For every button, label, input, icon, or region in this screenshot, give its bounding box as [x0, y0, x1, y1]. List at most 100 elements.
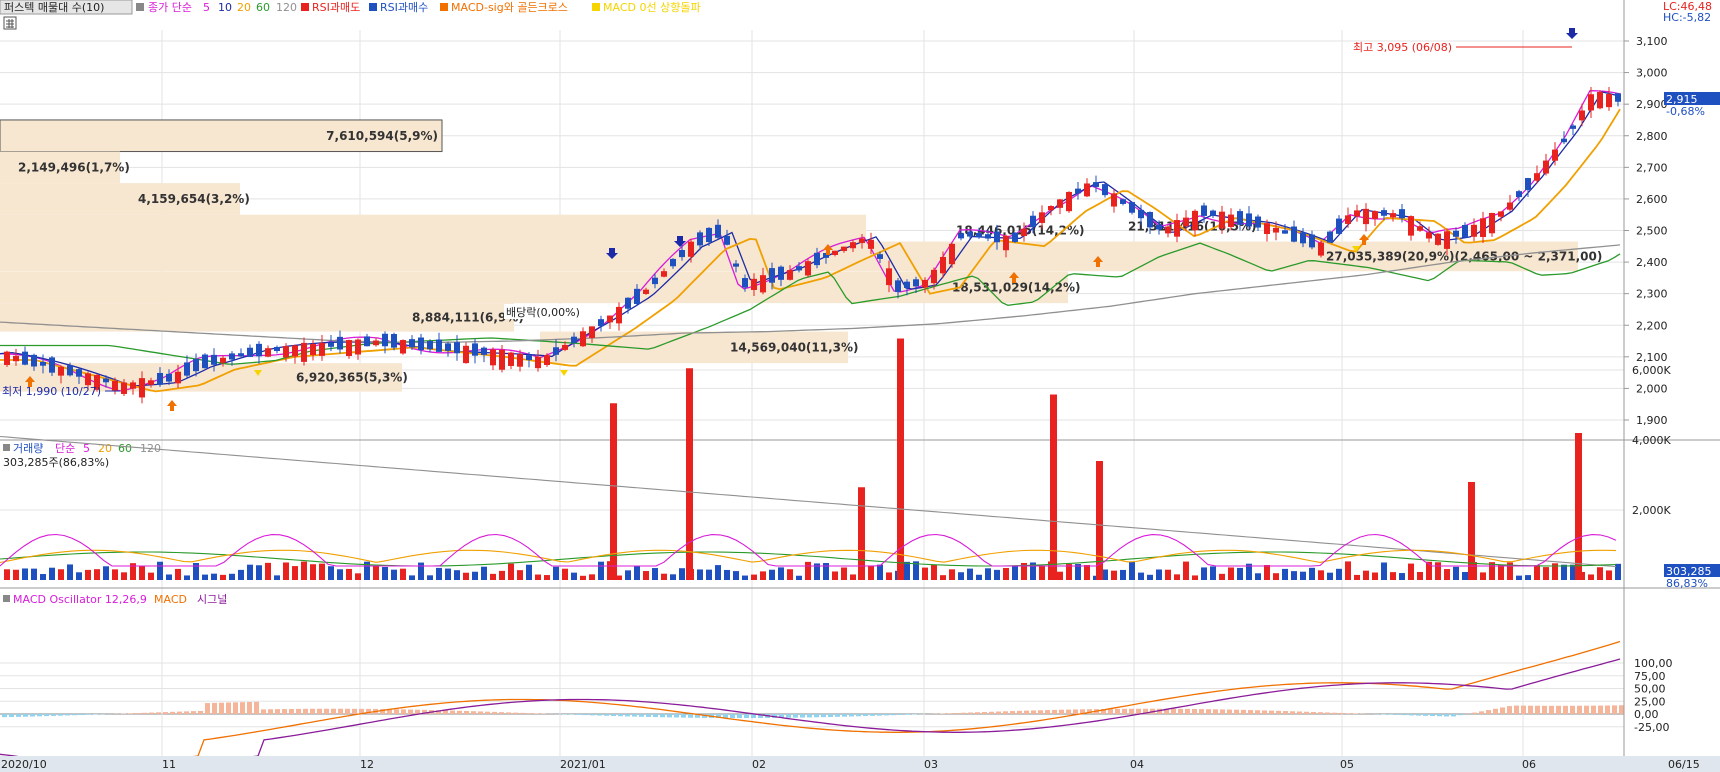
candle — [1417, 226, 1423, 231]
oscillator-bar — [303, 708, 308, 714]
candle — [1615, 93, 1621, 102]
candle — [1255, 216, 1261, 228]
candle — [1534, 173, 1540, 181]
oscillator-bar — [1486, 710, 1491, 714]
volume-bar — [490, 573, 496, 580]
oscillator-bar — [142, 712, 147, 714]
volume-bar — [1525, 575, 1531, 580]
volume-bar — [1291, 571, 1297, 580]
candle — [1345, 215, 1351, 224]
y-tick-label: 3,000 — [1636, 67, 1668, 80]
candle — [1426, 232, 1432, 239]
candle — [535, 356, 541, 369]
volume-bar — [715, 565, 721, 580]
candle — [1480, 218, 1486, 237]
candle — [1507, 202, 1513, 210]
oscillator-bar — [870, 714, 875, 716]
candle — [328, 342, 334, 347]
oscillator-bar — [212, 702, 217, 714]
legend-marker — [369, 3, 377, 11]
oscillator-bar — [1206, 709, 1211, 714]
candle — [787, 270, 793, 280]
y-tick-label: 2,200 — [1636, 319, 1668, 332]
volume-bar — [1606, 570, 1612, 580]
y-tick-label: 2,100 — [1636, 351, 1668, 364]
oscillator-bar — [296, 708, 301, 714]
volume-bar — [1210, 566, 1216, 580]
oscillator-bar — [135, 713, 140, 714]
candle — [661, 271, 667, 277]
candle — [184, 362, 190, 376]
oscillator-bar — [1248, 710, 1253, 714]
oscillator-bar — [1129, 708, 1134, 714]
candle — [859, 238, 865, 244]
oscillator-bar — [65, 714, 70, 716]
candle — [1003, 235, 1009, 251]
oscillator-bar — [1444, 714, 1449, 717]
candle — [112, 380, 118, 391]
oscillator-bar — [1290, 711, 1295, 714]
oscillator-bar — [1059, 709, 1064, 714]
oscillator-bar — [1318, 712, 1323, 714]
x-tick-label: 06 — [1522, 758, 1536, 771]
candle — [1228, 214, 1234, 227]
y-tick-label: 25,00 — [1634, 695, 1666, 708]
candle — [247, 347, 253, 357]
oscillator-bar — [1332, 712, 1337, 714]
volume-bar — [922, 567, 928, 580]
volume-bar — [1345, 561, 1351, 580]
macd-header: MACD Oscillator 12,26,9 MACD 시그널 — [3, 593, 227, 606]
oscillator-bar — [730, 714, 735, 719]
volume-bar — [76, 572, 82, 580]
profile-label: 7,610,594(5,9%) — [326, 129, 438, 143]
ma-60: 60 — [256, 1, 270, 14]
volume-bar — [400, 568, 406, 580]
volume-bar — [202, 574, 208, 580]
legend-marker — [301, 3, 309, 11]
oscillator-bar — [9, 714, 14, 718]
oscillator-bar — [807, 714, 812, 718]
volume-bar — [652, 568, 658, 580]
volume-bar — [337, 569, 343, 580]
candle — [850, 242, 856, 249]
oscillator-bar — [1269, 710, 1274, 714]
oscillator-bar — [1220, 709, 1225, 714]
oscillator-bar — [408, 709, 413, 714]
volume-bar — [625, 570, 631, 580]
candle — [1543, 160, 1549, 174]
oscillator-bar — [814, 714, 819, 718]
oscillator-bar — [1241, 709, 1246, 714]
candle — [1282, 230, 1288, 234]
volume-ma5 — [0, 533, 1617, 567]
ma-120: 120 — [276, 1, 297, 14]
oscillator-bar — [79, 714, 84, 716]
candle — [742, 278, 748, 288]
oscillator-bar — [1017, 710, 1022, 714]
volume-bar — [463, 572, 469, 580]
ma-20: 20 — [237, 1, 251, 14]
volume-bar — [454, 570, 460, 580]
candle — [85, 373, 91, 386]
oscillator-bar — [1563, 705, 1568, 714]
candle — [292, 345, 298, 357]
legend-marker — [440, 3, 448, 11]
candle — [499, 349, 505, 370]
high-annotation: 최고 3,095 (06/08) — [1353, 41, 1572, 54]
volume-bar — [1336, 568, 1342, 580]
profile-label: 6,920,365(5,3%) — [296, 370, 408, 384]
candle — [1030, 215, 1036, 228]
oscillator-bar — [51, 714, 56, 716]
y-tick-label: 2,300 — [1636, 288, 1668, 301]
volume-bar — [1462, 571, 1468, 580]
candle — [40, 361, 46, 366]
oscillator-bar — [793, 714, 798, 718]
volume-spike — [897, 338, 904, 580]
oscillator-bar — [1556, 705, 1561, 714]
y-tick-label: 100,00 — [1634, 657, 1673, 670]
candle — [1354, 210, 1360, 217]
signal-label: 시그널 — [197, 593, 227, 606]
volume-bar — [1597, 567, 1603, 580]
candle — [1606, 94, 1612, 108]
oscillator-bar — [1605, 705, 1610, 714]
candle — [211, 354, 217, 365]
